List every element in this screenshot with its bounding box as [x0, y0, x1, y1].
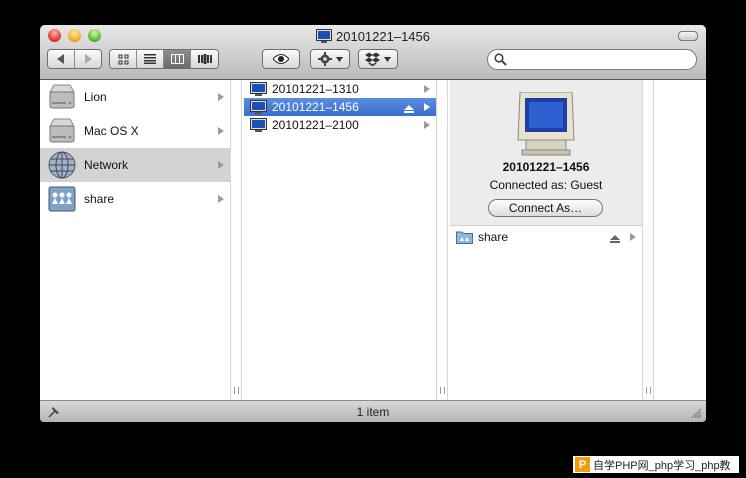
finder-window: 20101221–1456 Lion Mac OS X Network shar…: [40, 25, 706, 422]
eject-icon[interactable]: [610, 234, 620, 243]
forward-button[interactable]: [74, 50, 101, 68]
icon-view-icon: [118, 54, 128, 64]
disclosure-arrow-icon: [424, 103, 430, 111]
watermark-text: 自学PHP网_php学习_php教: [593, 459, 731, 472]
list-item-label: share: [478, 230, 509, 244]
column-view-button[interactable]: [164, 50, 191, 68]
sidebar-item-label: share: [84, 192, 115, 206]
disclosure-arrow-icon: [424, 85, 430, 93]
view-mode-control: [109, 49, 219, 69]
sidebar-item-label: Network: [84, 158, 129, 172]
list-item[interactable]: 20101221–2100: [244, 116, 436, 134]
column-resize-handle[interactable]: [642, 80, 654, 400]
sidebar-item-lion[interactable]: Lion: [40, 80, 230, 114]
window-title: 20101221–1456: [40, 29, 706, 44]
column-resize-handle[interactable]: [230, 80, 242, 400]
list-item[interactable]: 20101221–1456: [244, 98, 436, 116]
list-item-label: 20101221–1456: [272, 100, 359, 114]
coverflow-view-button[interactable]: [191, 50, 218, 68]
list-item[interactable]: share: [450, 228, 642, 246]
resize-grip-icon[interactable]: [691, 408, 702, 419]
resize-grip-icon: [234, 387, 239, 394]
disclosure-arrow-icon: [218, 93, 224, 101]
gear-icon: [317, 52, 332, 66]
action-menu-button[interactable]: [310, 49, 350, 69]
monitor-icon: [250, 100, 267, 114]
monitor-icon: [517, 92, 575, 156]
column-resize-handle[interactable]: [436, 80, 448, 400]
sidebar-item-label: Mac OS X: [84, 124, 139, 138]
disclosure-arrow-icon: [218, 127, 224, 135]
connect-as-button[interactable]: Connect As…: [488, 199, 603, 217]
list-item-label: 20101221–2100: [272, 118, 359, 132]
dropbox-menu-button[interactable]: [358, 49, 398, 69]
network-globe-icon: [48, 151, 76, 179]
monitor-icon: [250, 82, 267, 96]
disclosure-arrow-icon: [218, 195, 224, 203]
list-item[interactable]: 20101221–1310: [244, 80, 436, 98]
sidebar-item-label: Lion: [84, 90, 107, 104]
back-forward-control: [47, 49, 102, 69]
list-view-icon: [144, 54, 156, 64]
shared-folder-icon: [48, 186, 76, 212]
watermark: P 自学PHP网_php学习_php教: [573, 456, 739, 473]
resize-grip-icon: [440, 387, 445, 394]
search-field[interactable]: [487, 49, 697, 70]
sidebar-item-mac-os-x[interactable]: Mac OS X: [40, 114, 230, 148]
hard-drive-icon: [49, 84, 75, 109]
list-item-label: 20101221–1310: [272, 82, 359, 96]
server-preview: 20101221–1456 Connected as: Guest Connec…: [450, 80, 642, 226]
sidebar-item-share[interactable]: share: [40, 182, 230, 216]
quick-look-button[interactable]: [262, 49, 300, 69]
hard-drive-icon: [49, 118, 75, 143]
list-view-button[interactable]: [137, 50, 164, 68]
server-name: 20101221–1456: [502, 160, 590, 174]
disclosure-arrow-icon: [630, 233, 636, 241]
chevron-down-icon: [384, 56, 391, 62]
sidebar-item-network[interactable]: Network: [40, 148, 230, 182]
icon-view-button[interactable]: [110, 50, 137, 68]
column-preview: 20101221–1456 Connected as: Guest Connec…: [450, 80, 642, 400]
disclosure-arrow-icon: [424, 121, 430, 129]
eject-icon[interactable]: [404, 104, 414, 113]
monitor-icon: [316, 29, 332, 43]
status-text: 1 item: [356, 405, 390, 419]
titlebar[interactable]: 20101221–1456: [40, 25, 706, 80]
shared-folder-icon: [456, 231, 473, 244]
monitor-icon: [250, 118, 267, 132]
php-logo-icon: P: [575, 457, 590, 472]
eye-icon: [273, 54, 289, 64]
back-button[interactable]: [48, 50, 75, 68]
resize-grip-icon: [646, 387, 651, 394]
window-title-text: 20101221–1456: [336, 29, 430, 44]
search-icon: [494, 53, 507, 66]
coverflow-view-icon: [197, 54, 212, 64]
dropbox-icon: [365, 52, 380, 66]
back-arrow-icon: [56, 54, 64, 64]
column-servers: 20101221–1310 20101221–1456 20101221–210…: [244, 80, 436, 400]
chevron-down-icon: [335, 56, 343, 62]
sidebar: Lion Mac OS X Network share: [40, 80, 230, 400]
toolbar-toggle-button[interactable]: [678, 31, 698, 41]
forward-arrow-icon: [84, 54, 92, 64]
disclosure-arrow-icon: [218, 161, 224, 169]
column-view-icon: [170, 54, 184, 64]
status-bar: 1 item: [40, 400, 706, 422]
connection-status: Connected as: Guest: [489, 178, 603, 192]
